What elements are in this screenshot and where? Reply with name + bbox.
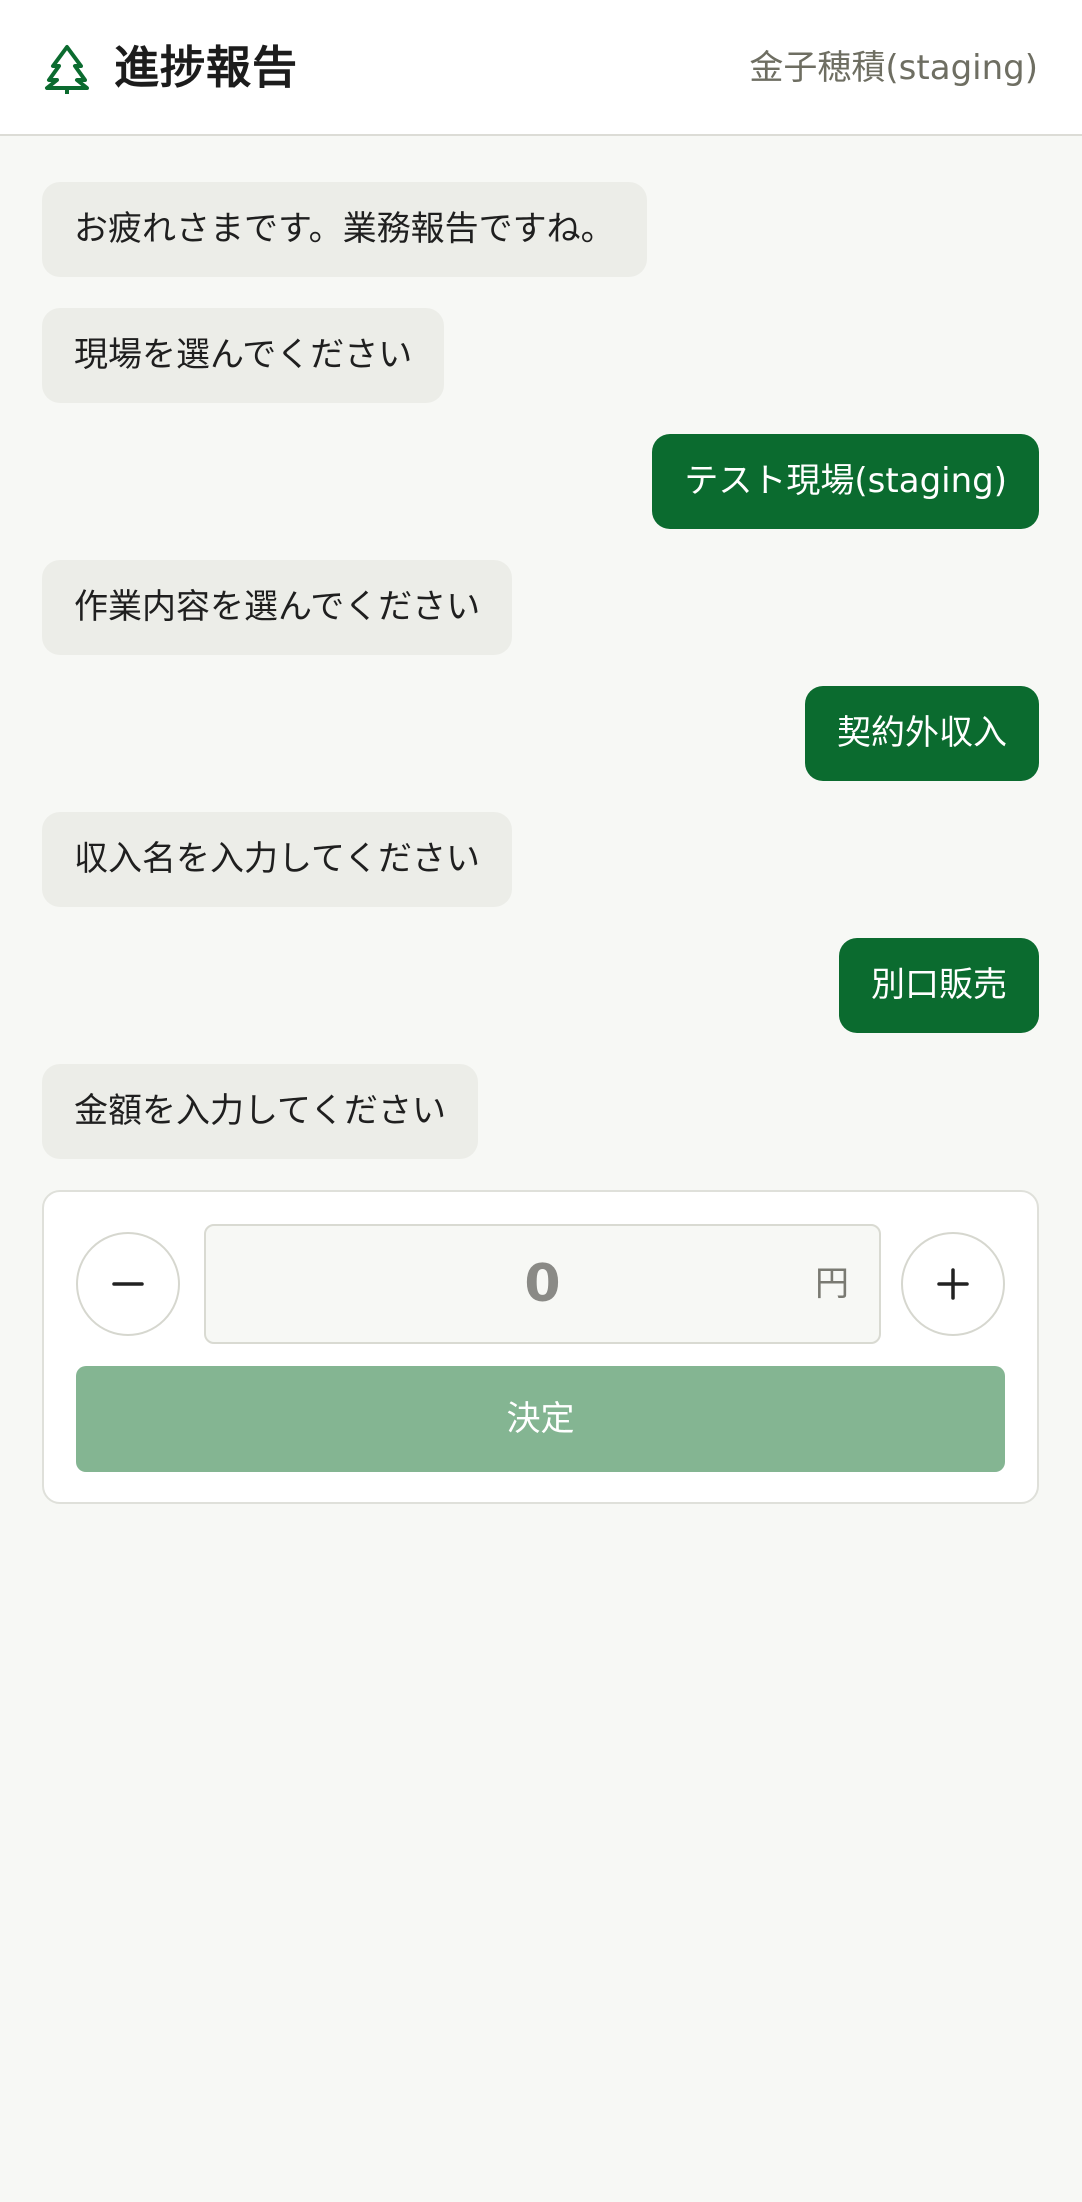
bot-message: 現場を選んでください bbox=[42, 308, 445, 403]
user-name[interactable]: 金子穂積(staging) bbox=[749, 40, 1038, 96]
user-message: 契約外収入 bbox=[805, 686, 1039, 781]
bot-message: 作業内容を選んでください bbox=[42, 560, 513, 655]
app-header: 進捗報告 金子穂積(staging) bbox=[0, 0, 1082, 136]
user-message: テスト現場(staging) bbox=[652, 434, 1039, 529]
increment-button[interactable] bbox=[901, 1232, 1005, 1336]
plus-icon bbox=[937, 1268, 969, 1300]
amount-field[interactable]: 0 円 bbox=[204, 1224, 881, 1344]
tree-icon bbox=[45, 45, 89, 94]
decrement-button[interactable] bbox=[76, 1232, 180, 1336]
minus-icon bbox=[112, 1282, 144, 1286]
user-message: 別口販売 bbox=[839, 938, 1039, 1033]
bot-message: 収入名を入力してください bbox=[42, 812, 512, 907]
bot-message: 金額を入力してください bbox=[42, 1064, 478, 1159]
bot-message: お疲れさまです。業務報告ですね。 bbox=[42, 182, 647, 277]
submit-button[interactable]: 決定 bbox=[76, 1366, 1005, 1472]
page-title: 進捗報告 bbox=[114, 41, 299, 94]
currency-unit: 円 bbox=[815, 1264, 849, 1304]
amount-value[interactable]: 0 bbox=[206, 1226, 879, 1342]
amount-input-card: 0 円 決定 bbox=[42, 1190, 1039, 1504]
